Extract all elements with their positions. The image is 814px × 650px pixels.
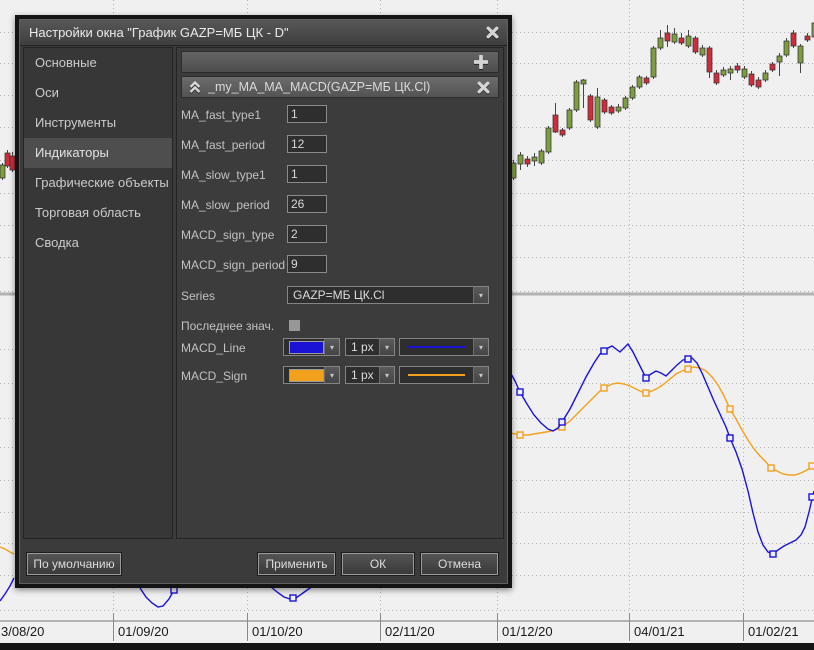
indicator-settings-panel: _my_MA_MA_MACD(GAZP=МБ ЦК.Cl) MA_fast_ty… bbox=[176, 47, 504, 539]
svg-text:02/11/20: 02/11/20 bbox=[385, 624, 435, 639]
settings-dialog-inner: Настройки окна "График GAZP=МБ ЦК - D" О… bbox=[19, 19, 508, 584]
close-icon bbox=[486, 26, 498, 39]
series-value: GAZP=МБ ЦК.Cl bbox=[293, 288, 385, 302]
chevrons-up-icon bbox=[189, 80, 201, 93]
macd-sign-type-input[interactable] bbox=[287, 225, 327, 243]
dialog-titlebar: Настройки окна "График GAZP=МБ ЦК - D" bbox=[20, 20, 507, 46]
dialog-close-button[interactable] bbox=[481, 23, 503, 43]
series-label: Series bbox=[181, 289, 216, 303]
sidebar-item-indicators[interactable]: Индикаторы bbox=[24, 138, 172, 168]
svg-text:01/02/21: 01/02/21 bbox=[748, 624, 799, 639]
sidebar-item-instruments[interactable]: Инструменты bbox=[24, 108, 172, 138]
chevron-down-icon: ▾ bbox=[473, 367, 488, 383]
chevron-down-icon: ▾ bbox=[379, 339, 394, 355]
macd-line-color-dropdown[interactable]: ▾ bbox=[283, 338, 340, 356]
ma-slow-type1-input[interactable] bbox=[287, 165, 327, 183]
param-row: MA_fast_period bbox=[181, 135, 499, 155]
macd-sign-style-row: MACD_Sign ▾ 1 px ▾ ▾ bbox=[181, 366, 499, 386]
param-label: MA_fast_period bbox=[181, 138, 266, 152]
param-row: MA_slow_type1 bbox=[181, 165, 499, 185]
close-icon bbox=[477, 81, 490, 93]
add-indicator-button[interactable] bbox=[474, 55, 488, 69]
macd-sign-period-input[interactable] bbox=[287, 255, 327, 273]
chevron-down-icon: ▾ bbox=[473, 287, 488, 303]
chevron-down-icon: ▾ bbox=[324, 339, 339, 355]
svg-text:3/08/20: 3/08/20 bbox=[1, 624, 44, 639]
line-style-sample bbox=[408, 374, 465, 376]
svg-text:01/09/20: 01/09/20 bbox=[118, 624, 169, 639]
ok-button[interactable]: ОК bbox=[342, 553, 414, 575]
default-button[interactable]: По умолчанию bbox=[27, 553, 121, 575]
cancel-button[interactable]: Отмена bbox=[421, 553, 498, 575]
param-row: MACD_sign_type bbox=[181, 225, 499, 245]
plus-icon bbox=[474, 55, 488, 69]
sidebar-item-axes[interactable]: Оси bbox=[24, 78, 172, 108]
line-width-value: 1 px bbox=[351, 340, 374, 354]
ma-slow-period-input[interactable] bbox=[287, 195, 327, 213]
param-row: MA_fast_type1 bbox=[181, 105, 499, 125]
chevron-down-icon: ▾ bbox=[473, 339, 488, 355]
add-indicator-row bbox=[181, 51, 499, 73]
dialog-footer: По умолчанию Применить ОК Отмена bbox=[23, 553, 504, 575]
svg-text:01/10/20: 01/10/20 bbox=[252, 624, 303, 639]
param-label: MA_slow_type1 bbox=[181, 168, 266, 182]
param-label: MA_slow_period bbox=[181, 198, 270, 212]
param-row: MACD_sign_period bbox=[181, 255, 499, 275]
sidebar-item-summary[interactable]: Сводка bbox=[24, 228, 172, 258]
settings-sidebar: Основные Оси Инструменты Индикаторы Граф… bbox=[23, 47, 173, 539]
last-value-label: Последнее знач. bbox=[181, 319, 275, 333]
last-value-row: Последнее знач. bbox=[181, 316, 499, 336]
collapse-indicator-button[interactable] bbox=[188, 80, 202, 94]
macd-sign-label: MACD_Sign bbox=[181, 369, 248, 383]
macd-sign-width-dropdown[interactable]: 1 px ▾ bbox=[345, 366, 395, 384]
color-swatch bbox=[289, 368, 324, 382]
macd-sign-style-dropdown[interactable]: ▾ bbox=[399, 366, 489, 384]
settings-dialog: Настройки окна "График GAZP=МБ ЦК - D" О… bbox=[15, 15, 512, 588]
param-row: MA_slow_period bbox=[181, 195, 499, 215]
svg-text:04/01/21: 04/01/21 bbox=[634, 624, 685, 639]
macd-line-style-row: MACD_Line ▾ 1 px ▾ ▾ bbox=[181, 338, 499, 358]
line-width-value: 1 px bbox=[351, 368, 374, 382]
sidebar-item-graphic-objects[interactable]: Графические объекты bbox=[24, 168, 172, 198]
chevron-down-icon: ▾ bbox=[379, 367, 394, 383]
series-row: Series GAZP=МБ ЦК.Cl ▾ bbox=[181, 286, 499, 306]
param-label: MA_fast_type1 bbox=[181, 108, 262, 122]
bottom-dark-strip bbox=[0, 643, 814, 650]
macd-line-width-dropdown[interactable]: 1 px ▾ bbox=[345, 338, 395, 356]
color-swatch bbox=[289, 340, 324, 354]
macd-line-style-dropdown[interactable]: ▾ bbox=[399, 338, 489, 356]
dialog-title: Настройки окна "График GAZP=МБ ЦК - D" bbox=[29, 25, 289, 40]
param-label: MACD_sign_period bbox=[181, 258, 286, 272]
macd-sign-color-dropdown[interactable]: ▾ bbox=[283, 366, 340, 384]
ma-fast-period-input[interactable] bbox=[287, 135, 327, 153]
remove-indicator-button[interactable] bbox=[477, 81, 490, 94]
indicator-title: _my_MA_MA_MACD(GAZP=МБ ЦК.Cl) bbox=[208, 80, 431, 94]
series-dropdown[interactable]: GAZP=МБ ЦК.Cl ▾ bbox=[287, 286, 489, 304]
param-label: MACD_sign_type bbox=[181, 228, 275, 242]
apply-button[interactable]: Применить bbox=[258, 553, 335, 575]
chevron-down-icon: ▾ bbox=[324, 367, 339, 383]
indicator-header: _my_MA_MA_MACD(GAZP=МБ ЦК.Cl) bbox=[181, 76, 499, 98]
macd-line-label: MACD_Line bbox=[181, 341, 246, 355]
sidebar-item-main[interactable]: Основные bbox=[24, 48, 172, 78]
svg-text:01/12/20: 01/12/20 bbox=[502, 624, 553, 639]
line-style-sample bbox=[408, 346, 465, 348]
last-value-checkbox[interactable] bbox=[288, 319, 301, 332]
ma-fast-type1-input[interactable] bbox=[287, 105, 327, 123]
sidebar-item-trading-area[interactable]: Торговая область bbox=[24, 198, 172, 228]
